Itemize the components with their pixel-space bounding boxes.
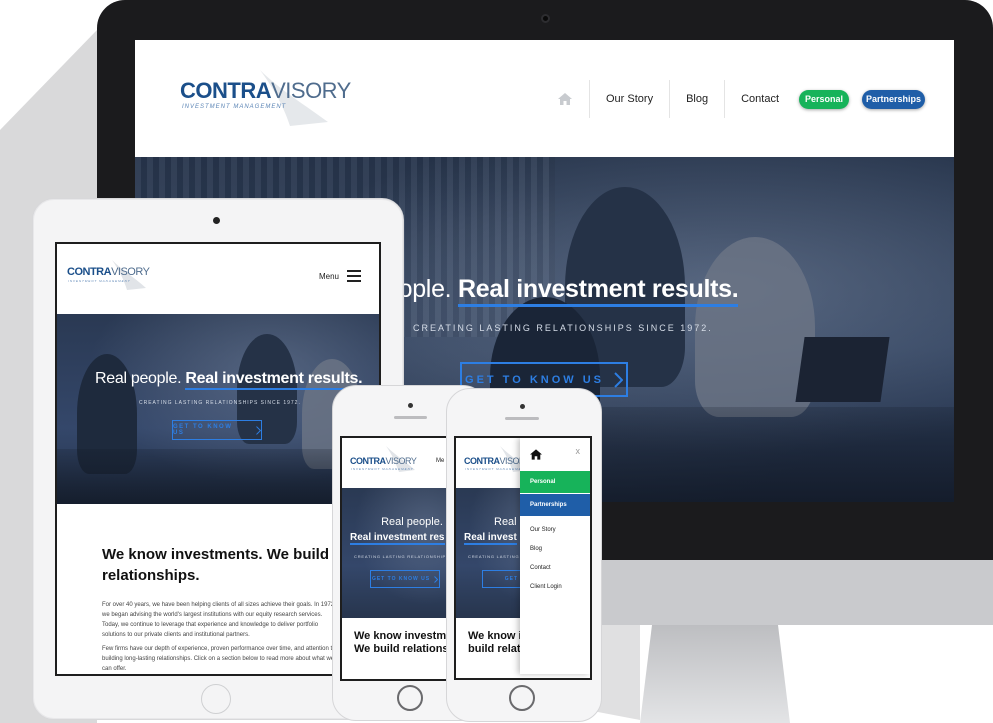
side-menu-client-login[interactable]: Client Login [520,576,590,598]
home-icon[interactable] [530,449,542,460]
chevron-right-icon [614,371,623,388]
phone-camera [408,403,413,408]
ipad-home-button [201,684,231,714]
close-icon[interactable]: x [576,446,581,456]
desktop-header: CONTRAVISORY INVESTMENT MANAGEMENT Our S… [135,40,954,157]
desktop-hero-subtitle: CREATING LASTING RELATIONSHIPS SINCE 197… [413,323,713,333]
brand-tagline: INVESTMENT MANAGEMENT [68,279,131,283]
nav-contact[interactable]: Contact [725,80,795,118]
phone-hero-line2: Real investment res [350,532,445,545]
hero-laptop [795,337,890,402]
phone-logo[interactable]: CONTRAVISORY INVESTMENT MANAGEMENT [350,446,430,476]
phone-side-menu: x Personal Partnerships Our Story Blog C… [520,438,590,674]
brand-name-light: VISORY [111,266,150,278]
phone-cta-button[interactable]: GET TO KNOW US [370,570,440,588]
brand-name-bold: CONTRA [67,266,112,278]
nav-blog[interactable]: Blog [670,80,726,118]
brand-name-light: VISORY [385,456,417,466]
chevron-right-icon [434,575,439,583]
phone-screen-right: CONTRAVISORY INVESTMENT MANAGEMENT Real … [454,436,592,680]
personal-button[interactable]: Personal [799,89,850,109]
phone-hero-subtitle: CREATING LASTING [468,554,520,559]
desktop-logo[interactable]: CONTRAVISORY INVESTMENT MANAGEMENT [180,70,355,126]
imac-stand [640,625,790,723]
hero-title-bold: Real investment results. [457,275,739,307]
desktop-hero-title: eople. Real investment results. [385,275,739,307]
tablet-menu-button[interactable]: Menu [319,270,361,282]
tablet-logo[interactable]: CONTRAVISORY INVESTMENT MANAGEMENT [67,260,157,291]
tablet-body-paragraph: For over 40 years, we have been helping … [102,602,335,638]
brand-name-bold: CONTRA [180,78,272,103]
nav-home-link[interactable] [540,80,590,118]
tablet-cta-button[interactable]: GET TO KNOW US [172,420,262,440]
phone-hero-subtitle: CREATING LASTING RELATIONSHIPS SI [354,554,457,559]
menu-label: Menu [318,271,339,281]
ipad-camera [213,217,220,224]
nav-our-story[interactable]: Our Story [590,80,671,118]
cta-label: GET TO KNOW US [465,373,604,386]
tablet-header: CONTRAVISORY INVESTMENT MANAGEMENT Menu [57,244,379,314]
phone-menu-partial[interactable]: Me [436,458,444,464]
side-menu-personal[interactable]: Personal [520,471,590,493]
partnerships-button[interactable]: Partnerships [862,89,926,109]
hero-title-light: Real people. [95,370,182,387]
phone-speaker [505,417,539,420]
home-icon [557,93,572,105]
desktop-nav: Our Story Blog Contact Personal Partners… [540,80,926,118]
brand-tagline: INVESTMENT MANAGEMENT [351,467,414,471]
brand-tagline: INVESTMENT MANAGEMENT [465,467,528,471]
cta-label: GET TO KNOW US [371,576,431,582]
imac-camera [541,14,550,23]
phone-hero-line2: Real invest [464,532,517,545]
tablet-body-heading: We know investments. We build relationsh… [102,546,329,584]
phone-camera [520,404,525,409]
phone-speaker [394,416,427,419]
phone-home-button [509,685,535,711]
side-menu-partnerships[interactable]: Partnerships [520,494,590,516]
tablet-hero-subtitle: CREATING LASTING RELATIONSHIPS SINCE 197… [139,400,301,406]
phone-home-button [397,685,423,711]
tablet-hero-title: Real people. Real investment results. [95,370,363,390]
hamburger-icon [347,270,361,282]
hero-title-bold: Real investment results. [185,370,363,390]
chevron-right-icon [256,425,261,435]
cta-label: GET TO KNOW US [173,424,233,436]
brand-name-light: VISORY [271,78,351,103]
brand-name-bold: CONTRA [350,456,386,466]
tablet-body-paragraph: Few firms have our depth of experience, … [102,646,336,672]
brand-name-bold: CONTRA [464,456,500,466]
brand-tagline: INVESTMENT MANAGEMENT [182,104,287,110]
